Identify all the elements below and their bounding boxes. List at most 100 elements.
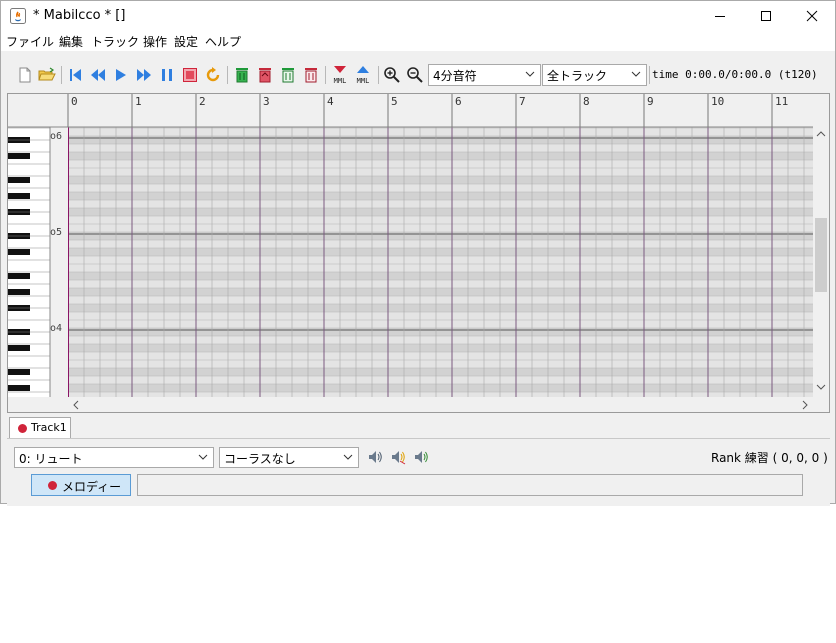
maximize-icon <box>761 11 771 21</box>
fast-forward-icon <box>137 69 151 81</box>
tab-label: Track1 <box>31 421 67 434</box>
speaker-icon <box>369 451 382 463</box>
skip-start-icon <box>70 69 81 81</box>
measure-label: 4 <box>327 95 334 108</box>
insert-track-icon <box>282 68 294 83</box>
black-key[interactable] <box>8 345 30 351</box>
minimize-icon <box>715 16 725 17</box>
measure-label: 3 <box>263 95 270 108</box>
record-dot-icon <box>48 481 57 490</box>
rank-display: Rank 練習 ( 0, 0, 0 ) <box>711 451 828 465</box>
maximize-button[interactable] <box>743 1 789 31</box>
menu-operation[interactable]: 操作 <box>143 33 167 50</box>
java-app-icon <box>10 8 26 24</box>
zoom-out-icon <box>407 67 423 83</box>
measure-ruler[interactable]: 0 1 2 3 4 5 6 7 8 9 10 11 <box>8 94 813 128</box>
measure-label: 0 <box>71 95 78 108</box>
close-button[interactable] <box>789 1 835 31</box>
octave-label: o6 <box>50 131 62 142</box>
measure-label: 10 <box>711 95 724 108</box>
stop-button[interactable] <box>180 65 200 85</box>
black-key[interactable] <box>8 177 30 183</box>
import-mml-button[interactable]: MML <box>330 65 350 85</box>
black-key[interactable] <box>8 273 30 279</box>
export-mml-button[interactable]: MML <box>353 65 373 85</box>
rewind-icon <box>91 69 105 81</box>
mml-input[interactable] <box>137 474 803 496</box>
measure-label: 7 <box>519 95 526 108</box>
minimize-button[interactable] <box>697 1 743 31</box>
menu-track[interactable]: トラック <box>91 33 139 50</box>
tab-track1[interactable]: Track1 <box>9 417 71 438</box>
chorus-value: コーラスなし <box>224 452 296 466</box>
measure-label: 5 <box>391 95 398 108</box>
menu-edit[interactable]: 編集 <box>59 33 83 50</box>
octave-label: o4 <box>50 323 62 334</box>
new-file-button[interactable] <box>15 65 35 85</box>
volume-button[interactable] <box>365 447 385 467</box>
svg-text:MML: MML <box>357 77 370 85</box>
time-display: time 0:00.0/0:00.0 (t120) <box>652 68 818 81</box>
note-length-select[interactable]: 4分音符 <box>428 64 541 86</box>
chevron-down-icon <box>343 454 353 460</box>
track-filter-value: 全トラック <box>547 69 608 83</box>
chevron-down-icon <box>631 71 641 77</box>
rewind-button[interactable] <box>88 65 108 85</box>
record-dot-icon <box>18 424 27 433</box>
close-icon <box>806 10 818 22</box>
insert-track-button[interactable] <box>278 65 298 85</box>
measure-label: 11 <box>775 95 788 108</box>
speaker-solo-icon <box>415 451 428 463</box>
track-filter-select[interactable]: 全トラック <box>542 64 647 86</box>
rewind-start-button[interactable] <box>65 65 85 85</box>
title-bar: * Mabilcco * [] <box>1 1 835 31</box>
add-track-button[interactable] <box>232 65 252 85</box>
horizontal-scrollbar[interactable] <box>68 397 813 412</box>
note-grid[interactable] <box>67 94 813 397</box>
measure-label: 6 <box>455 95 462 108</box>
remove-track-button[interactable] <box>301 65 321 85</box>
chevron-down-icon <box>198 454 208 460</box>
mml-export-icon: MML <box>357 66 370 85</box>
octave-label: o5 <box>50 227 62 238</box>
window-title: * Mabilcco * [] <box>33 8 126 23</box>
chorus-select[interactable]: コーラスなし <box>219 447 359 468</box>
black-key[interactable] <box>8 153 30 159</box>
piano-roll[interactable]: 0 1 2 3 4 5 6 7 8 9 10 11 o6 o5 o4 <box>7 93 830 413</box>
measure-label: 9 <box>647 95 654 108</box>
black-key[interactable] <box>8 369 30 375</box>
delete-track-button[interactable] <box>255 65 275 85</box>
zoom-in-button[interactable] <box>382 65 402 85</box>
delete-track-icon <box>259 68 271 83</box>
pause-button[interactable] <box>157 65 177 85</box>
menu-file[interactable]: ファイル <box>6 33 54 50</box>
instrument-select[interactable]: 0: リュート <box>14 447 214 468</box>
instrument-value: 0: リュート <box>19 452 83 466</box>
black-key[interactable] <box>8 385 30 391</box>
black-key[interactable] <box>8 249 30 255</box>
piano-roll-canvas[interactable]: 0 1 2 3 4 5 6 7 8 9 10 11 o6 o5 o4 <box>8 94 829 412</box>
loop-icon <box>206 67 220 82</box>
mute-button[interactable] <box>388 447 408 467</box>
melody-part-button[interactable]: メロディー <box>31 474 131 496</box>
vertical-scroll-thumb[interactable] <box>815 218 827 292</box>
zoom-out-button[interactable] <box>405 65 425 85</box>
chevron-down-icon <box>525 71 535 77</box>
open-file-button[interactable] <box>37 65 57 85</box>
black-key[interactable] <box>8 289 30 295</box>
menu-help[interactable]: ヘルプ <box>205 33 241 50</box>
black-key[interactable] <box>8 193 30 199</box>
add-track-icon <box>236 68 248 83</box>
play-button[interactable] <box>111 65 131 85</box>
measure-label: 2 <box>199 95 206 108</box>
stop-icon <box>183 68 197 82</box>
fast-forward-button[interactable] <box>134 65 154 85</box>
mml-import-icon: MML <box>334 66 346 85</box>
speaker-mute-icon <box>392 451 406 465</box>
melody-button-label: メロディー <box>62 480 122 494</box>
menu-settings[interactable]: 設定 <box>174 33 198 50</box>
solo-button[interactable] <box>411 447 431 467</box>
loop-button[interactable] <box>203 65 223 85</box>
piano-keyboard[interactable] <box>8 127 68 397</box>
open-folder-icon <box>38 67 56 81</box>
